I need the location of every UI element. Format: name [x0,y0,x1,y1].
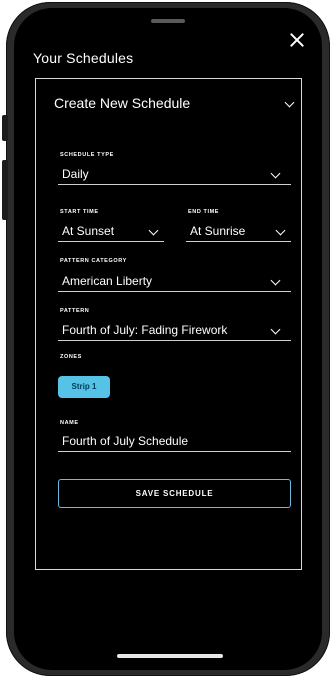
start-time-select[interactable]: At Sunset [58,221,164,242]
zone-chip-strip-1[interactable]: Strip 1 [58,376,110,398]
notch [151,19,185,23]
pattern-select[interactable]: Fourth of July: Fading Firework [58,320,291,341]
chevron-down-icon [270,275,281,286]
end-time-select[interactable]: At Sunrise [186,221,291,242]
save-schedule-button[interactable]: SAVE SCHEDULE [58,479,291,508]
pattern-category-value: American Liberty [62,274,153,288]
end-time-label: END TIME [188,209,220,215]
pattern-value: Fourth of July: Fading Firework [62,323,228,337]
name-value: Fourth of July Schedule [62,434,189,448]
panel-heading[interactable]: Create New Schedule [54,95,190,111]
name-input[interactable]: Fourth of July Schedule [58,431,291,452]
home-indicator [117,654,223,658]
page-title: Your Schedules [33,50,134,66]
pattern-category-select[interactable]: American Liberty [58,271,291,292]
pattern-category-label: PATTERN CATEGORY [60,258,127,264]
zones-label: ZONES [60,354,82,360]
phone-side-button [2,160,8,220]
start-time-value: At Sunset [62,224,115,238]
chevron-down-icon [275,225,286,236]
chevron-down-icon [270,324,281,335]
start-time-label: START TIME [60,209,99,215]
close-icon[interactable] [288,31,306,49]
name-label: NAME [60,420,79,426]
schedule-type-value: Daily [62,167,89,181]
chevron-down-icon [148,225,159,236]
schedule-type-select[interactable]: Daily [58,164,291,185]
chevron-down-icon [270,168,281,179]
pattern-label: PATTERN [60,308,90,314]
schedule-type-label: SCHEDULE TYPE [60,152,114,158]
phone-side-button [2,115,8,141]
end-time-value: At Sunrise [190,224,246,238]
